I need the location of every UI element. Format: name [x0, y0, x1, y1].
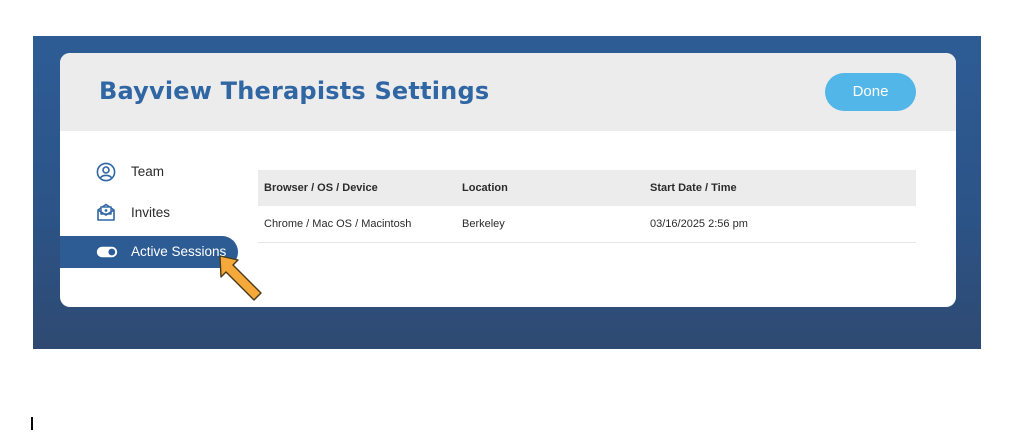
sidebar-item-label: Active Sessions: [131, 244, 227, 259]
cell-start: 03/16/2025 2:56 pm: [644, 206, 916, 243]
user-circle-icon: [96, 162, 116, 182]
page-title: Bayview Therapists Settings: [99, 77, 490, 105]
sidebar-item-label: Invites: [131, 205, 171, 220]
cell-location: Berkeley: [456, 206, 644, 243]
table-row: Chrome / Mac OS / Macintosh Berkeley 03/…: [258, 206, 916, 243]
column-header-start: Start Date / Time: [644, 170, 916, 206]
column-header-location: Location: [456, 170, 644, 206]
settings-modal: Bayview Therapists Settings Done Team In…: [60, 53, 956, 307]
toggle-icon: [96, 246, 118, 258]
done-button[interactable]: Done: [825, 73, 916, 111]
sidebar-item-invites[interactable]: Invites: [60, 197, 238, 229]
sidebar-item-label: Team: [131, 164, 165, 179]
column-header-browser: Browser / OS / Device: [258, 170, 456, 206]
table-header-row: Browser / OS / Device Location Start Dat…: [258, 170, 916, 206]
sidebar-item-team[interactable]: Team: [60, 157, 238, 189]
cell-browser: Chrome / Mac OS / Macintosh: [258, 206, 456, 243]
sidebar-item-active-sessions[interactable]: Active Sessions: [60, 236, 238, 268]
text-cursor-mark: [31, 417, 33, 430]
pointer-arrow-icon: [219, 255, 262, 301]
active-sessions-table: Browser / OS / Device Location Start Dat…: [258, 170, 916, 243]
envelope-open-icon: [97, 203, 115, 221]
modal-header: Bayview Therapists Settings Done: [60, 53, 956, 131]
